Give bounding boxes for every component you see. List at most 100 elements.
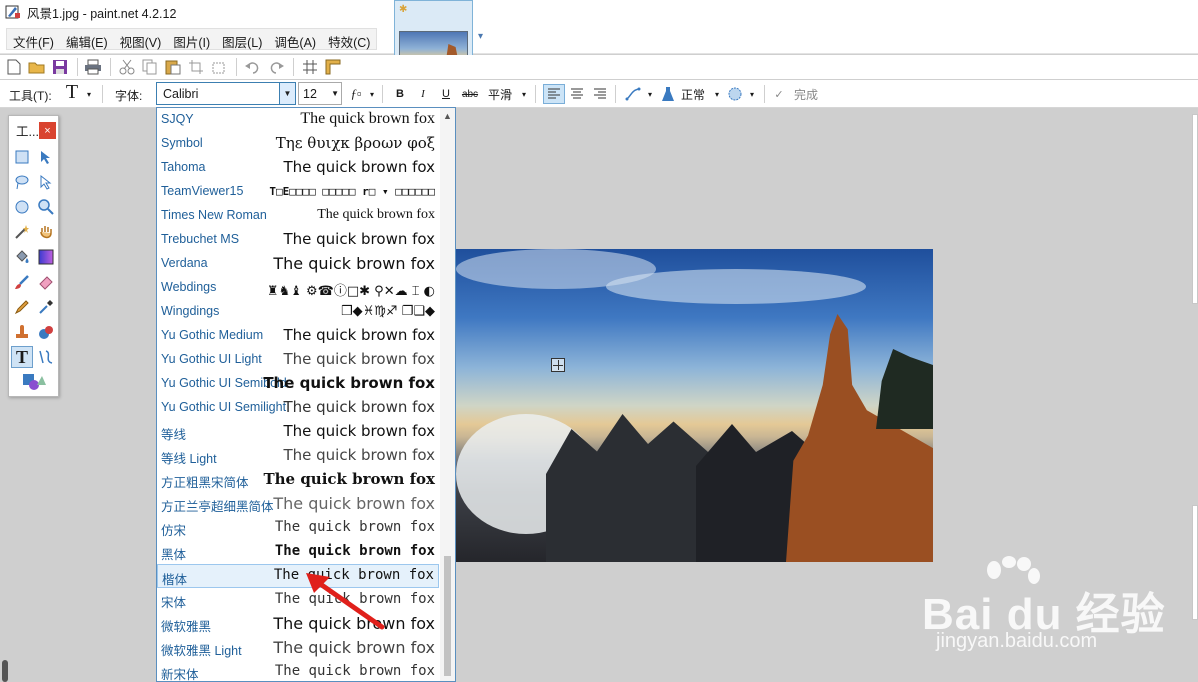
font-size-select[interactable]: 12 ▼ (298, 82, 342, 105)
blend-mode-dropdown-icon[interactable]: ▾ (712, 84, 722, 104)
new-file-icon[interactable] (5, 58, 23, 76)
deselect-icon[interactable] (210, 58, 228, 76)
selection-clip-icon[interactable] (726, 84, 744, 104)
font-option[interactable]: Yu Gothic Medium The quick brown fox (157, 324, 439, 348)
font-option[interactable]: 宋体 The quick brown fox (157, 588, 439, 612)
strikethrough-button[interactable]: abc (458, 84, 482, 104)
lasso-select-icon[interactable] (11, 171, 33, 193)
font-option[interactable]: 方正粗黑宋简体 The quick brown fox (157, 468, 439, 492)
tool-dropdown-icon[interactable]: ▾ (84, 84, 94, 104)
font-size-value: 12 (303, 87, 317, 101)
font-option[interactable]: 黑体 The quick brown fox (157, 540, 439, 564)
menu-layers[interactable]: 图层(L) (216, 29, 268, 50)
font-option[interactable]: SJQY The quick brown fox (157, 108, 439, 132)
font-size-chevron-icon[interactable]: ▼ (331, 89, 339, 98)
move-selection-icon[interactable] (35, 171, 57, 193)
canvas-scroll-handle[interactable] (2, 660, 8, 682)
font-smoothing-dropdown-icon[interactable]: ▾ (367, 84, 377, 104)
paste-icon[interactable] (164, 58, 182, 76)
menu-adjustments[interactable]: 调色(A) (268, 29, 322, 50)
font-option[interactable]: Yu Gothic UI Semibold The quick brown fo… (157, 372, 439, 396)
align-right-icon[interactable] (590, 84, 610, 104)
font-option[interactable]: 仿宋 The quick brown fox (157, 516, 439, 540)
paintbrush-icon[interactable] (11, 271, 33, 293)
font-option[interactable]: TeamViewer15 T□E□□□□ □□□□□ r□ ▾ □□□□□□ (157, 180, 439, 204)
align-left-icon[interactable] (543, 84, 565, 104)
zoom-icon[interactable] (35, 196, 57, 218)
font-option[interactable]: 微软雅黑 Light The quick brown fox (157, 636, 439, 660)
pan-hand-icon[interactable] (35, 221, 57, 243)
font-option[interactable]: Verdana The quick brown fox (157, 252, 439, 276)
text-move-handle-icon[interactable] (551, 358, 565, 372)
print-icon[interactable] (84, 58, 102, 76)
font-option-name: 方正兰亭超细黑简体 (161, 500, 274, 514)
font-option[interactable]: Symbol Τηε θυιχκ βροων φοξ (157, 132, 439, 156)
font-dropdown-chevron-icon[interactable]: ▼ (279, 83, 295, 104)
text-tool-icon[interactable]: T (11, 346, 33, 368)
align-center-icon[interactable] (567, 84, 587, 104)
open-folder-icon[interactable] (28, 58, 46, 76)
ellipse-select-icon[interactable] (11, 196, 33, 218)
font-option[interactable]: Times New Roman The quick brown fox (157, 204, 439, 228)
menu-image[interactable]: 图片(I) (167, 29, 216, 50)
menu-effects[interactable]: 特效(C) (322, 29, 376, 50)
blend-mode-select[interactable]: 正常 (679, 84, 707, 104)
menu-view[interactable]: 视图(V) (114, 29, 168, 50)
underline-button[interactable]: U (438, 84, 454, 104)
font-option-kaiti-highlighted[interactable]: 楷体 The quick brown fox (157, 564, 439, 588)
text-tool-icon[interactable]: T (62, 81, 82, 103)
font-option[interactable]: Yu Gothic UI Light The quick brown fox (157, 348, 439, 372)
menu-file[interactable]: 文件(F) (7, 29, 60, 50)
antialias-dropdown-icon[interactable]: ▾ (519, 84, 529, 104)
pencil-icon[interactable] (11, 296, 33, 318)
recolor-icon[interactable] (35, 321, 57, 343)
grid-icon[interactable] (301, 58, 319, 76)
font-option[interactable]: Yu Gothic UI Semilight The quick brown f… (157, 396, 439, 420)
canvas-image[interactable] (456, 249, 933, 562)
line-curve-icon[interactable] (35, 346, 57, 368)
redo-icon[interactable] (267, 58, 285, 76)
font-option[interactable]: 等线 Light The quick brown fox (157, 444, 439, 468)
font-option[interactable]: Wingdings ❒◆♓♍♐ ❐❑◆ (157, 300, 439, 324)
selection-clip-dropdown-icon[interactable]: ▾ (747, 84, 757, 104)
copy-icon[interactable] (141, 58, 159, 76)
font-option[interactable]: 新宋体 The quick brown fox (157, 660, 439, 681)
blend-mode-flask-icon[interactable] (659, 84, 677, 104)
font-smoothing-icon[interactable]: ƒ▫ (346, 84, 366, 104)
blend-curve-dropdown-icon[interactable]: ▾ (645, 84, 655, 104)
save-icon[interactable] (51, 58, 69, 76)
tools-window-header[interactable]: 工... × (9, 116, 58, 139)
finish-check-icon[interactable]: ✓ (773, 84, 785, 104)
clone-stamp-icon[interactable] (11, 321, 33, 343)
bold-button[interactable]: B (392, 84, 408, 104)
font-option[interactable]: Webdings ♜♞♝ ⚙☎ⓘ□✱ ⚲✕☁ ⌶ ◐ (157, 276, 439, 300)
move-selected-icon[interactable] (35, 146, 57, 168)
finish-button[interactable]: 完成 (791, 84, 821, 104)
magic-wand-icon[interactable] (11, 221, 33, 243)
scroll-up-arrow-icon[interactable]: ▲ (443, 111, 452, 121)
menu-edit[interactable]: 编辑(E) (60, 29, 114, 50)
rectangle-select-icon[interactable] (11, 146, 33, 168)
shapes-icon[interactable] (21, 371, 47, 393)
font-family-select[interactable]: Calibri ▼ (156, 82, 296, 105)
tab-list-chevron-icon[interactable]: ▾ (478, 31, 483, 42)
antialias-mode-select[interactable]: 平滑 (486, 84, 514, 104)
rulers-icon[interactable] (324, 58, 342, 76)
font-option[interactable]: 微软雅黑 The quick brown fox (157, 612, 439, 636)
font-option[interactable]: Trebuchet MS The quick brown fox (157, 228, 439, 252)
blend-curve-icon[interactable] (623, 84, 643, 104)
italic-button[interactable]: I (415, 84, 431, 104)
color-picker-icon[interactable] (35, 296, 57, 318)
font-option[interactable]: Tahoma The quick brown fox (157, 156, 439, 180)
cut-icon[interactable] (118, 58, 136, 76)
font-list-scroll-thumb[interactable] (444, 556, 451, 676)
crop-icon[interactable] (187, 58, 205, 76)
paint-bucket-icon[interactable] (11, 246, 33, 268)
tools-close-button[interactable]: × (39, 122, 56, 139)
font-option[interactable]: 等线 The quick brown fox (157, 420, 439, 444)
font-option[interactable]: 方正兰亭超细黑简体 The quick brown fox (157, 492, 439, 516)
font-list-scrollbar[interactable]: ▲ (440, 108, 455, 681)
gradient-icon[interactable] (35, 246, 57, 268)
eraser-icon[interactable] (35, 271, 57, 293)
undo-icon[interactable] (244, 58, 262, 76)
